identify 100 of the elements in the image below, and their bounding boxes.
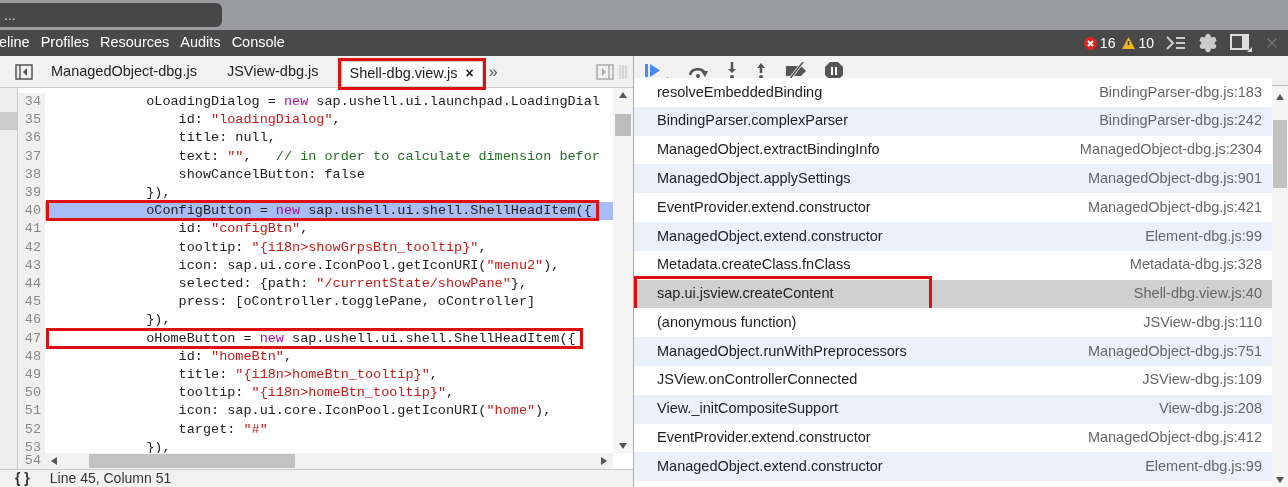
code-line: selected: {path: "/currentState/showPane"}, [177,275,528,294]
code-line: }), [145,184,172,202]
line-number: 46 [18,311,45,330]
source-location: View-dbg.js:208 [1159,399,1262,419]
function-name: (anonymous function) [657,312,797,332]
address-field[interactable]: ... [0,3,222,27]
function-name: View._initCompositeSupport [657,399,839,419]
scroll-down-icon[interactable] [1276,477,1284,483]
code-line: icon: sap.ui.core.IconPool.getIconURI("menu2"), [177,256,561,275]
code-line: icon: sap.ui.core.IconPool.getIconURI("home"), [177,402,553,421]
panel-tab[interactable]: Resources [100,32,170,54]
error-count: 16 [1099,33,1116,53]
call-frame[interactable]: sap.ui.jsview.createContent Shell-dbg.view.js:40 [634,279,1272,309]
resize-grip-icon[interactable] [619,64,627,79]
line-number: 54 [18,453,45,469]
step-out-icon[interactable] [755,61,767,80]
line-number: 41 [18,220,45,239]
cursor-position: Line 45, Column 51 [49,470,172,487]
function-name: ManagedObject.applySettings [657,168,851,188]
call-frame[interactable]: ManagedObject.extend.constructor Element-dbg.js:99 [634,222,1272,251]
code-line: press: [oController.togglePane, oController] [177,293,537,312]
file-tab[interactable]: Shell-dbg.view.js × [340,60,483,87]
error-icon [1083,36,1097,50]
code-line: id: "configBtn", [177,220,310,239]
line-number: 39 [18,184,45,203]
scroll-left-icon[interactable] [51,457,57,465]
line-number: 49 [18,366,45,385]
code-line: id: "homeBtn", [177,347,294,366]
file-tab[interactable]: JSView-dbg.js [218,60,327,83]
panel-tab[interactable]: Profiles [40,32,89,54]
source-location: Shell-dbg.view.js:40 [1133,284,1262,304]
warning-icon [1122,37,1136,49]
function-name: BindingParser.complexParser [657,111,848,131]
scrollbar-thumb[interactable] [615,114,631,136]
function-name: ManagedObject.extend.constructor [657,456,883,476]
line-number: 36 [18,129,45,148]
close-tab-button[interactable]: × [465,63,474,84]
function-name: EventProvider.extend.constructor [657,428,871,448]
source-location: Metadata-dbg.js:328 [1129,255,1262,275]
source-location: JSView-dbg.js:109 [1142,370,1262,390]
code-line: }), [145,311,172,330]
scrollbar-thumb[interactable] [1273,120,1287,188]
function-name: ManagedObject.extractBindingInfo [657,140,880,160]
step-into-icon[interactable] [726,61,738,80]
source-location: Element-dbg.js:99 [1145,226,1262,246]
debugger-toggle-icon[interactable] [596,63,614,80]
code-line: tooltip: "{i18n>homeBtn_tooltip}", [177,384,456,403]
code-line: text: "", // in order to calculate dimension befor [177,147,601,166]
file-tab[interactable]: ManagedObject-dbg.js [43,60,205,83]
source-location: BindingParser-dbg.js:183 [1099,82,1262,102]
call-frame[interactable]: ManagedObject.applySettings ManagedObject-dbg.js:901 [634,164,1272,194]
panel-tab[interactable]: Console [231,32,285,54]
source-location: ManagedObject-dbg.js:412 [1087,428,1262,448]
code-line: showCancelButton: false [177,165,366,184]
call-frame[interactable]: ManagedObject.runWithPreprocessors ManagedObject-dbg.js:751 [634,337,1272,366]
code-line: title: "{i18n>homeBtn_tooltip}", [177,366,439,385]
code-line: oLoadingDialog = new sap.ushell.ui.launchpad.LoadingDial [145,93,601,111]
pause-icon[interactable] [825,61,843,80]
source-location: BindingParser-dbg.js:242 [1099,111,1262,131]
call-frame[interactable]: BindingParser.complexParser BindingParser-dbg.js:242 [634,106,1272,136]
function-name: resolveEmbeddedBinding [657,82,823,102]
line-number: 51 [18,402,45,421]
panel-tab[interactable]: eline [0,32,30,54]
source-location: JSView-dbg.js:110 [1143,312,1262,332]
scroll-up-icon[interactable] [1276,94,1284,100]
function-name: EventProvider.extend.constructor [657,197,871,217]
line-number: 40 [18,202,45,221]
source-location: ManagedObject-dbg.js:751 [1087,341,1262,361]
source-location: ManagedObject-dbg.js:901 [1087,168,1262,188]
sidebar-toggle-icon[interactable] [15,63,33,80]
dock-icon[interactable] [1230,34,1252,52]
code-line: id: "loadingDialog", [177,111,342,130]
line-number: 44 [18,275,45,294]
code-line: title: null, [177,129,277,148]
function-name: ManagedObject.extend.constructor [657,226,883,246]
source-location: Element-dbg.js:99 [1145,456,1262,476]
scroll-up-icon[interactable] [619,92,627,98]
panel-tab[interactable]: Audits [180,32,221,54]
console-drawer-icon[interactable] [1166,36,1186,50]
source-location: ManagedObject-dbg.js:2304 [1079,140,1262,160]
line-number: 50 [18,384,45,403]
call-frame[interactable]: View._initCompositeSupport View-dbg.js:208 [634,394,1272,424]
code-line: }), [145,438,172,453]
code-line: oHomeButton = new sap.ushell.ui.shell.ShellHeadItem({ [45,329,613,348]
line-number: 34 [18,93,45,112]
line-number: 35 [18,111,45,130]
function-name: JSView.onControllerConnected [657,370,858,390]
line-number: 45 [18,293,45,312]
scroll-down-icon[interactable] [619,443,627,449]
function-name: sap.ui.jsview.createContent [637,279,929,309]
pretty-print-button[interactable]: { } [15,470,30,487]
scrollbar-thumb[interactable] [89,454,295,468]
call-frame[interactable]: ManagedObject.extend.constructor Element-dbg.js:99 [634,452,1272,482]
scroll-right-icon[interactable] [601,457,607,465]
code-line: target: "#" [177,420,269,439]
code-line: tooltip: "{i18n>showGrpsBtn_tooltip}", [177,238,488,257]
warning-count: 10 [1138,33,1154,53]
more-tabs-button[interactable]: » [480,59,506,84]
settings-icon[interactable] [1198,33,1218,53]
function-name: ManagedObject.runWithPreprocessors [657,341,907,361]
